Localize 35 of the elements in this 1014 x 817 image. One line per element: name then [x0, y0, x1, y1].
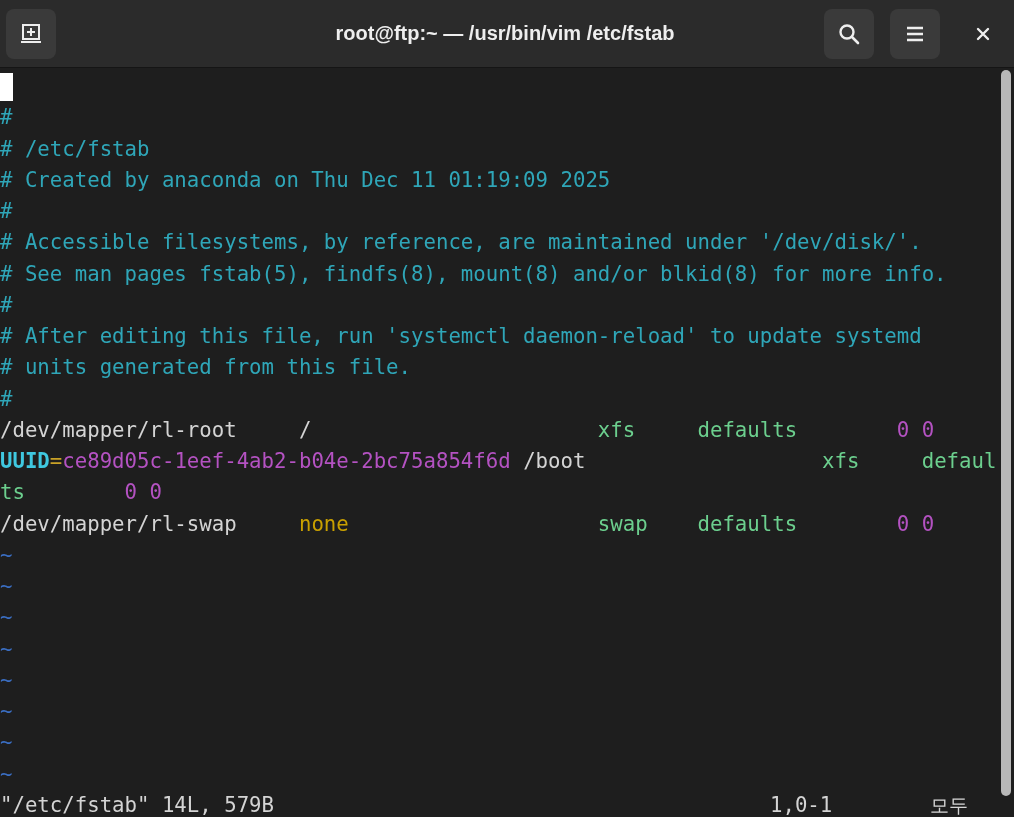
- empty-line-marker: ~: [0, 635, 13, 663]
- code-line: UUID=ce89d05c-1eef-4ab2-b04e-2bc75a854f6d /boot xfs defaul: [0, 448, 997, 475]
- code-line: ts 0 0: [0, 479, 162, 507]
- empty-line-marker: ~: [0, 573, 13, 600]
- empty-line-marker: ~: [0, 604, 13, 632]
- code-line: # Accessible filesystems, by reference, are maintained under '/dev/disk/'.: [0, 229, 922, 257]
- window-title: root@ftp:~ — /usr/bin/vim /etc/fstab: [334, 22, 676, 45]
- new-tab-button[interactable]: [6, 8, 56, 59]
- empty-line-marker: ~: [0, 698, 13, 725]
- code-line: # See man pages fstab(5), findfs(8), mount(8) and/or blkid(8) for more info.: [0, 260, 947, 288]
- code-line: /dev/mapper/rl-root / xfs defaults 0 0: [0, 416, 935, 444]
- code-line: #: [0, 198, 13, 225]
- code-line: #: [0, 385, 13, 413]
- new-tab-icon: [19, 21, 43, 46]
- search-icon: [838, 22, 860, 45]
- scrollbar-thumb[interactable]: [1001, 70, 1011, 796]
- code-line: #: [0, 104, 13, 132]
- code-line: # units generated from this file.: [0, 354, 411, 382]
- menu-icon: [906, 25, 924, 42]
- cursor-position: 1,0-1: [770, 791, 834, 817]
- status-message: "/etc/fstab" 14L, 579B: [0, 791, 274, 817]
- search-button[interactable]: [824, 8, 874, 59]
- code-line: # After editing this file, run 'systemctl daemon-reload' to update systemd: [0, 323, 922, 350]
- text-cursor: [0, 73, 13, 101]
- close-icon: [976, 26, 990, 41]
- code-line: #: [0, 291, 13, 319]
- code-line: /dev/mapper/rl-swap none swap defaults 0 0: [0, 510, 935, 538]
- scroll-indicator: 모두: [930, 792, 969, 817]
- code-line: # /etc/fstab: [0, 135, 150, 163]
- menu-button[interactable]: [890, 8, 940, 59]
- empty-line-marker: ~: [0, 760, 13, 788]
- code-line: # Created by anaconda on Thu Dec 11 01:19:09 2025: [0, 166, 611, 194]
- empty-line-marker: ~: [0, 729, 13, 757]
- empty-line-marker: ~: [0, 666, 13, 694]
- empty-line-marker: ~: [0, 541, 13, 569]
